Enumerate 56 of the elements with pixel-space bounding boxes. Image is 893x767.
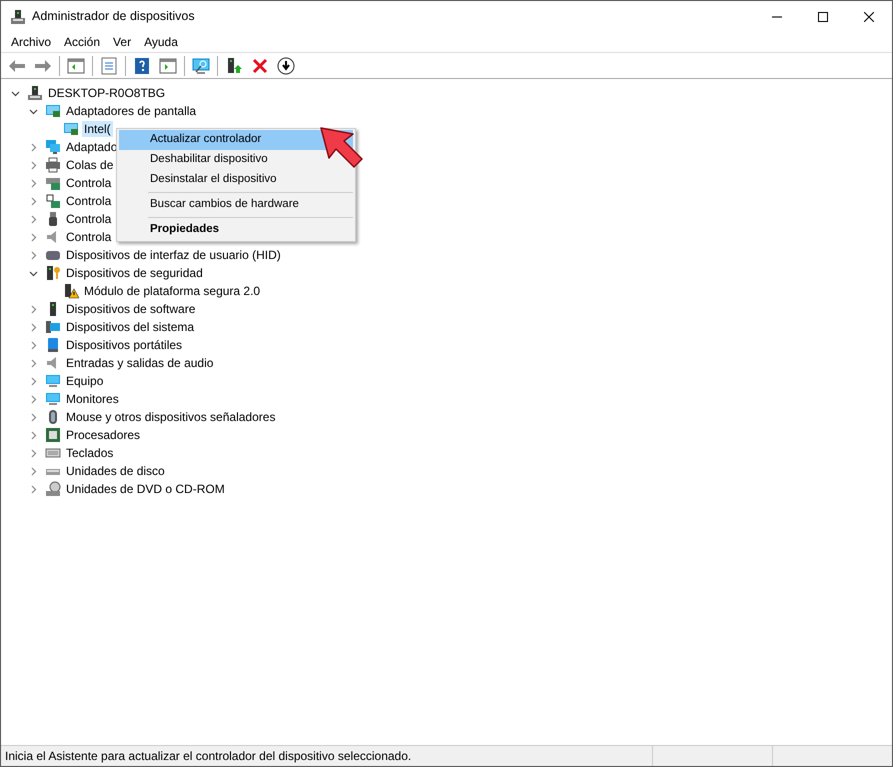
tree-item[interactable]: Teclados bbox=[64, 445, 116, 461]
window-title: Administrador de dispositivos bbox=[32, 8, 195, 26]
tree-item[interactable]: Adaptadores de pantalla bbox=[64, 103, 198, 119]
context-menu-item[interactable]: Propiedades bbox=[150, 220, 220, 240]
warning-device-icon bbox=[63, 283, 79, 299]
context-menu-item[interactable]: Buscar cambios de hardware bbox=[150, 195, 299, 215]
app-icon bbox=[10, 8, 26, 24]
tree-item[interactable]: Dispositivos de seguridad bbox=[64, 265, 205, 281]
scan-icon[interactable] bbox=[191, 56, 211, 76]
security-device-icon bbox=[45, 265, 61, 281]
tree-item[interactable]: Unidades de disco bbox=[64, 463, 167, 479]
storage-device-icon bbox=[45, 175, 61, 191]
status-text: Inicia el Asistente para actualizar el controlador del dispositivo seleccionado. bbox=[4, 748, 412, 765]
system-device-icon bbox=[45, 319, 61, 335]
menu-item[interactable]: Acción bbox=[58, 33, 106, 51]
tree-item[interactable]: Dispositivos de software bbox=[64, 301, 198, 317]
tree-item[interactable]: Unidades de DVD o CD-ROM bbox=[64, 481, 227, 497]
monitor-device-icon bbox=[45, 391, 61, 407]
sheet-icon[interactable] bbox=[99, 56, 119, 76]
menu-item[interactable]: Ayuda bbox=[138, 33, 184, 51]
computer-device-icon bbox=[27, 85, 43, 101]
tree-item[interactable]: Adaptado bbox=[64, 139, 120, 155]
tree-item[interactable]: Controla bbox=[64, 211, 114, 227]
display-device-icon bbox=[63, 121, 79, 137]
context-menu-item[interactable]: Desinstalar el dispositivo bbox=[150, 170, 277, 190]
printer-device-icon bbox=[45, 157, 61, 173]
tree-item[interactable]: Equipo bbox=[64, 373, 106, 389]
dvd-device-icon bbox=[45, 481, 61, 497]
tree-item[interactable]: Controla bbox=[64, 193, 114, 209]
tree-item[interactable]: Intel( bbox=[82, 121, 113, 137]
portable-device-icon bbox=[45, 337, 61, 353]
tree-item[interactable]: Mouse y otros dispositivos señaladores bbox=[64, 409, 278, 425]
disable-icon[interactable] bbox=[276, 56, 296, 76]
tree-item[interactable]: DESKTOP-R0O8TBG bbox=[46, 85, 168, 101]
display-device-icon bbox=[45, 103, 61, 119]
close-icon bbox=[864, 12, 874, 22]
tree-item[interactable]: Dispositivos de interfaz de usuario (HID) bbox=[64, 247, 283, 263]
tree-item[interactable]: Controla bbox=[64, 229, 114, 245]
tree-item[interactable]: Dispositivos portátiles bbox=[64, 337, 184, 353]
menu-item[interactable]: Archivo bbox=[5, 33, 58, 51]
help-icon[interactable] bbox=[132, 56, 152, 76]
cpu-device-icon bbox=[45, 427, 61, 443]
tree-item[interactable]: Monitores bbox=[64, 391, 121, 407]
bus-device-icon bbox=[45, 193, 61, 209]
tree-item[interactable]: Dispositivos del sistema bbox=[64, 319, 196, 335]
maximize-icon bbox=[818, 12, 828, 22]
network-device-icon bbox=[45, 139, 61, 155]
tree-item[interactable]: Procesadores bbox=[64, 427, 142, 443]
tree-item[interactable]: Controla bbox=[64, 175, 114, 191]
tree-item[interactable]: Colas de bbox=[64, 157, 116, 173]
menu-item[interactable]: Ver bbox=[107, 33, 138, 51]
chevron-down-icon[interactable] bbox=[29, 268, 38, 278]
tree-item[interactable]: Módulo de plataforma segura 2.0 bbox=[82, 283, 262, 299]
context-menu-item[interactable]: Deshabilitar dispositivo bbox=[150, 150, 268, 170]
monitor-device-icon bbox=[45, 373, 61, 389]
tree-item[interactable]: Entradas y salidas de audio bbox=[64, 355, 216, 371]
